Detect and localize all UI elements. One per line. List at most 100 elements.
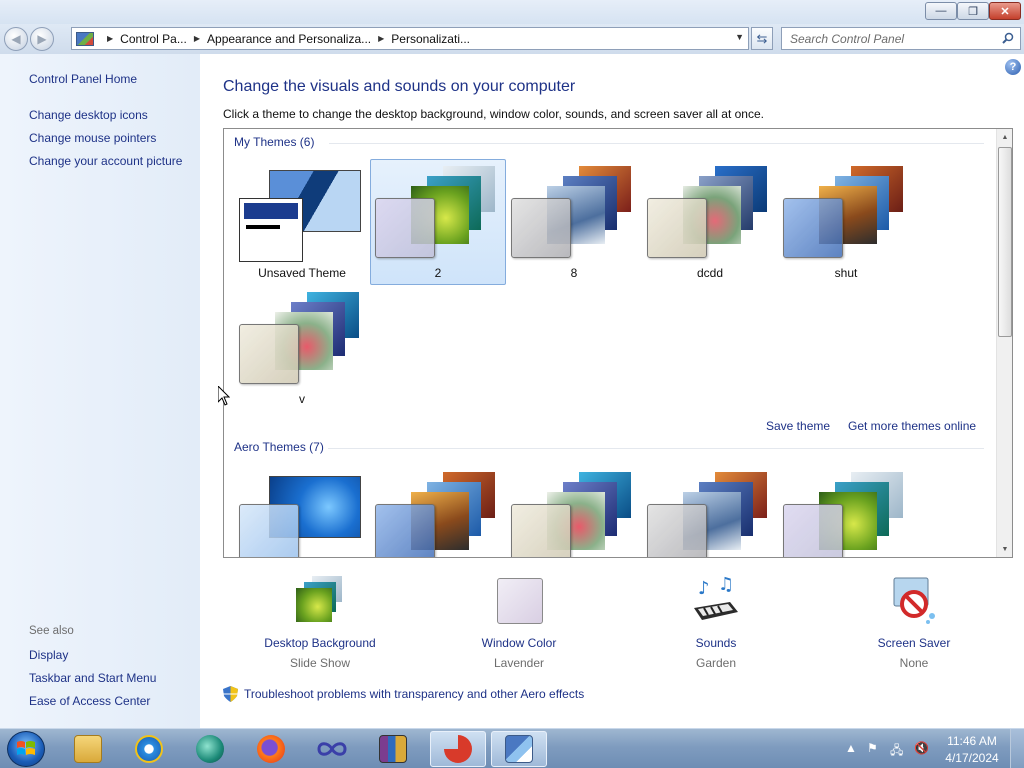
- navigation-bar: ◀ ▶ ▶ Control Pa... ▶ Appearance and Per…: [0, 24, 1024, 54]
- desktop-background-value: Slide Show: [289, 656, 351, 670]
- taskbar-infinity-app[interactable]: [304, 731, 360, 767]
- scroll-thumb[interactable]: [998, 147, 1012, 337]
- change-desktop-icons-link[interactable]: Change desktop icons: [29, 108, 148, 122]
- help-icon[interactable]: ?: [1005, 59, 1021, 75]
- network-icon[interactable]: 🖧: [890, 741, 903, 762]
- desktop-background-setting[interactable]: Desktop Background Slide Show: [230, 574, 410, 670]
- breadcrumb-arrow-icon[interactable]: ▶: [194, 34, 200, 43]
- breadcrumb-arrow-icon[interactable]: ▶: [107, 34, 113, 43]
- back-button[interactable]: ◀: [4, 27, 28, 51]
- taskbar-explorer[interactable]: [60, 731, 116, 767]
- taskbar-internet-explorer[interactable]: [121, 731, 177, 767]
- my-themes-header: My Themes (6): [234, 135, 315, 149]
- window-color-link[interactable]: Window Color: [429, 636, 609, 650]
- get-more-themes-link[interactable]: Get more themes online: [848, 419, 976, 433]
- group-divider: [328, 448, 984, 449]
- screen-saver-setting[interactable]: Screen Saver None: [824, 574, 1004, 670]
- search-input[interactable]: Search Control Panel: [781, 27, 1021, 50]
- volume-muted-icon[interactable]: 🔇: [914, 741, 929, 755]
- taskbar-archive-app[interactable]: [365, 731, 421, 767]
- forward-button[interactable]: ▶: [30, 27, 54, 51]
- search-placeholder: Search Control Panel: [790, 31, 905, 46]
- theme-name: 8: [570, 266, 578, 280]
- windows-logo-icon: [17, 741, 35, 755]
- theme-tile-8[interactable]: 8: [506, 159, 642, 285]
- theme-list: My Themes (6) Unsaved Theme 2 8 dcdd shu…: [223, 128, 1013, 558]
- theme-tile-dcdd[interactable]: dcdd: [642, 159, 778, 285]
- search-icon[interactable]: [1002, 32, 1014, 44]
- aero-theme-tile[interactable]: [370, 465, 506, 557]
- aero-theme-tile[interactable]: [778, 465, 914, 557]
- theme-tile-shut[interactable]: shut: [778, 159, 914, 285]
- taskbar-ccleaner[interactable]: [430, 731, 486, 767]
- aero-theme-tile[interactable]: [234, 465, 370, 557]
- taskbar-firefox[interactable]: [243, 731, 299, 767]
- address-dropdown-icon[interactable]: ▼: [735, 32, 744, 42]
- theme-name: v: [299, 392, 305, 406]
- clock-time[interactable]: 11:46 AM: [936, 734, 1008, 748]
- display-link[interactable]: Display: [29, 648, 68, 662]
- save-theme-link[interactable]: Save theme: [766, 419, 830, 433]
- folder-icon: [74, 735, 102, 763]
- control-panel-icon: [76, 31, 94, 46]
- group-divider: [329, 143, 984, 144]
- action-center-flag-icon[interactable]: ⚑: [867, 741, 878, 755]
- scroll-up-arrow-icon[interactable]: ▲: [997, 129, 1012, 145]
- troubleshoot-link[interactable]: Troubleshoot problems with transparency …: [244, 687, 584, 701]
- theme-thumbnail: [375, 470, 501, 557]
- ease-of-access-link[interactable]: Ease of Access Center: [29, 694, 150, 708]
- title-bar: — ❐ ✕: [0, 0, 1024, 24]
- mouse-cursor-icon: [218, 386, 230, 406]
- show-hidden-icons-arrow-icon[interactable]: ▲: [845, 741, 857, 755]
- taskbar-start-menu-link[interactable]: Taskbar and Start Menu: [29, 671, 156, 685]
- breadcrumb-control-panel[interactable]: Control Pa...: [120, 32, 187, 46]
- ccleaner-icon: [444, 735, 472, 763]
- change-mouse-pointers-link[interactable]: Change mouse pointers: [29, 131, 156, 145]
- change-account-picture-link[interactable]: Change your account picture: [29, 154, 182, 168]
- control-panel-home-link[interactable]: Control Panel Home: [29, 72, 137, 86]
- sounds-link[interactable]: Sounds: [626, 636, 806, 650]
- theme-thumbnail: [239, 290, 365, 390]
- theme-thumbnail: [783, 164, 909, 264]
- desktop-background-link[interactable]: Desktop Background: [230, 636, 410, 650]
- theme-thumbnail: [239, 164, 365, 264]
- theme-tile-v[interactable]: v: [234, 285, 370, 411]
- taskbar-media-app[interactable]: [182, 731, 238, 767]
- theme-name: dcdd: [696, 266, 724, 280]
- theme-name: 2: [434, 266, 442, 280]
- breadcrumb-arrow-icon[interactable]: ▶: [378, 34, 384, 43]
- screen-saver-link[interactable]: Screen Saver: [824, 636, 1004, 650]
- page-title: Change the visuals and sounds on your co…: [223, 78, 576, 95]
- address-bar[interactable]: ▶ Control Pa... ▶ Appearance and Persona…: [71, 27, 749, 50]
- taskbar-control-panel[interactable]: [491, 731, 547, 767]
- page-subtitle: Click a theme to change the desktop back…: [223, 107, 764, 121]
- theme-list-scrollbar[interactable]: ▲ ▼: [996, 129, 1012, 557]
- theme-thumbnail: [375, 164, 501, 264]
- desktop-background-icon: [294, 574, 346, 626]
- sounds-icon: ♪ ♫: [690, 574, 742, 626]
- theme-name: shut: [834, 266, 858, 280]
- aero-theme-tile[interactable]: [642, 465, 778, 557]
- maximize-button[interactable]: ❐: [957, 2, 989, 20]
- sounds-setting[interactable]: ♪ ♫ Sounds Garden: [626, 574, 806, 670]
- close-button[interactable]: ✕: [989, 2, 1021, 20]
- theme-thumbnail: [239, 470, 365, 557]
- aero-theme-tile[interactable]: [506, 465, 642, 557]
- theme-tile-2[interactable]: 2: [370, 159, 506, 285]
- taskbar: ▲ ⚑ 🖧 🔇 11:46 AM 4/17/2024: [0, 728, 1024, 768]
- theme-tile-unsaved[interactable]: Unsaved Theme: [234, 159, 370, 285]
- clock-date[interactable]: 4/17/2024: [936, 751, 1008, 765]
- show-desktop-button[interactable]: [1010, 729, 1024, 768]
- breadcrumb-personalization[interactable]: Personalizati...: [391, 32, 470, 46]
- scroll-down-arrow-icon[interactable]: ▼: [997, 541, 1012, 557]
- minimize-button[interactable]: —: [925, 2, 957, 20]
- refresh-button[interactable]: ⇆: [751, 27, 773, 50]
- screen-saver-value: None: [899, 656, 929, 670]
- breadcrumb-appearance[interactable]: Appearance and Personaliza...: [207, 32, 371, 46]
- window-color-value: Lavender: [493, 656, 545, 670]
- see-also-heading: See also: [29, 625, 74, 637]
- start-button[interactable]: [7, 731, 45, 767]
- aero-themes-header: Aero Themes (7): [234, 440, 324, 454]
- window-color-setting[interactable]: Window Color Lavender: [429, 574, 609, 670]
- sounds-value: Garden: [695, 656, 737, 670]
